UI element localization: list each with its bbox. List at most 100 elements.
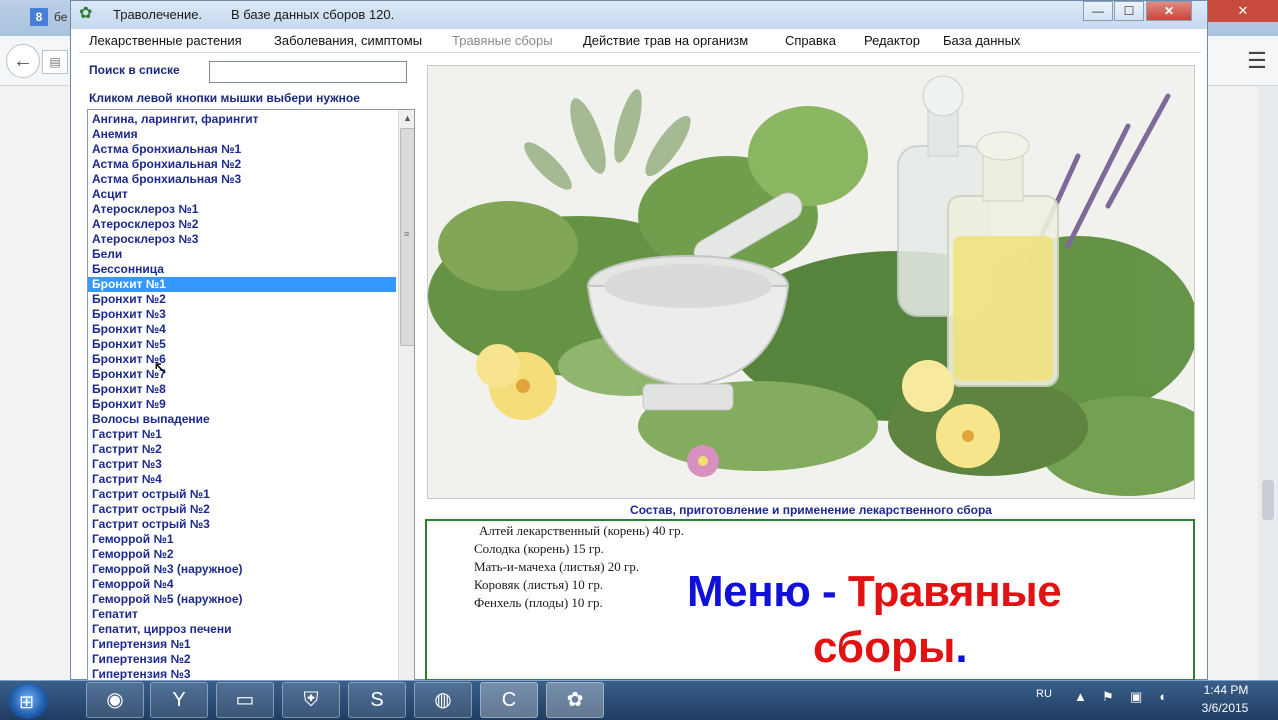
ingredient-line: Алтей лекарственный (корень) 40 гр. bbox=[479, 523, 684, 538]
menu-help[interactable]: Справка bbox=[785, 33, 836, 48]
list-item[interactable]: Геморрой №4 bbox=[88, 577, 396, 592]
list-item[interactable]: Гепатит bbox=[88, 607, 396, 622]
video-overlay-subtitle: сборы. bbox=[813, 623, 968, 673]
browser-scrollbar-thumb[interactable] bbox=[1262, 480, 1274, 520]
recipe-section-caption: Состав, приготовление и применение лекар… bbox=[630, 503, 992, 517]
browser-menu-icon[interactable]: ☰ bbox=[1242, 46, 1272, 76]
list-item[interactable]: Бронхит №4 bbox=[88, 322, 396, 337]
menu-diseases-symptoms[interactable]: Заболевания, симптомы bbox=[274, 33, 422, 48]
browser-forward-button[interactable]: ▤ bbox=[42, 50, 68, 74]
listbox-scrollbar[interactable]: ▲ ≡ bbox=[398, 110, 414, 680]
network-icon[interactable]: ▣ bbox=[1130, 689, 1142, 705]
list-item-selected[interactable]: Бронхит №1 bbox=[88, 277, 396, 292]
herb-leaf-icon: ✿ bbox=[79, 5, 93, 22]
mouse-cursor-icon: ↖ bbox=[153, 358, 169, 378]
list-item[interactable]: Атеросклероз №1 bbox=[88, 202, 396, 217]
language-indicator[interactable]: RU bbox=[1036, 688, 1052, 700]
browser-tab-title[interactable]: бе bbox=[54, 10, 67, 24]
herbal-app-window: ✿ Траволечение. В базе данных сборов 120… bbox=[70, 0, 1208, 681]
list-item[interactable]: Гепатит, цирроз печени bbox=[88, 622, 396, 637]
menu-bar: Лекарственные растения Заболевания, симп… bbox=[79, 31, 1201, 53]
ingredient-line: Коровяк (листья) 10 гр. bbox=[474, 577, 604, 592]
list-item[interactable]: Гипертензия №1 bbox=[88, 637, 396, 652]
browser-page-scrollbar[interactable] bbox=[1258, 86, 1278, 680]
menu-database[interactable]: База данных bbox=[943, 33, 1020, 48]
collection-listbox[interactable]: Ангина, ларингит, фарингит Анемия Астма бр… bbox=[87, 109, 415, 681]
overlay-herbal-text: Травяные bbox=[847, 567, 1062, 616]
google-tab-icon: 8 bbox=[30, 8, 48, 26]
app-title-bar[interactable]: ✿ Траволечение. В базе данных сборов 120… bbox=[71, 1, 1207, 29]
menu-medicinal-plants[interactable]: Лекарственные растения bbox=[89, 33, 242, 48]
folder-icon[interactable]: ▭ bbox=[216, 682, 274, 718]
list-item[interactable]: Гастрит №1 bbox=[88, 427, 396, 442]
list-item[interactable]: Бронхит №2 bbox=[88, 292, 396, 307]
list-item[interactable]: Гастрит №4 bbox=[88, 472, 396, 487]
list-item[interactable]: Гастрит острый №3 bbox=[88, 517, 396, 532]
list-item[interactable]: Бессонница bbox=[88, 262, 396, 277]
list-item[interactable]: Гипертензия №3 bbox=[88, 667, 396, 680]
list-item[interactable]: Геморрой №2 bbox=[88, 547, 396, 562]
world-of-tanks-icon[interactable]: ⛨ bbox=[282, 682, 340, 718]
list-item[interactable]: Бронхит №9 bbox=[88, 397, 396, 412]
camtasia-icon[interactable]: C bbox=[480, 682, 538, 718]
browser-back-button[interactable]: ← bbox=[6, 44, 40, 78]
listbox-items: Ангина, ларингит, фарингит Анемия Астма бр… bbox=[88, 112, 396, 680]
firefox-icon[interactable]: ◍ bbox=[414, 682, 472, 718]
list-item[interactable]: Гипертензия №2 bbox=[88, 652, 396, 667]
maximize-button[interactable]: ☐ bbox=[1114, 1, 1144, 21]
volume-icon[interactable]: ◖ bbox=[1158, 689, 1166, 704]
yandex-icon[interactable]: Y bbox=[150, 682, 208, 718]
list-item[interactable]: Гастрит острый №1 bbox=[88, 487, 396, 502]
list-item[interactable]: Бронхит №5 bbox=[88, 337, 396, 352]
list-item[interactable]: Гастрит острый №2 bbox=[88, 502, 396, 517]
herbs-photo bbox=[427, 65, 1195, 499]
list-item[interactable]: Геморрой №5 (наружное) bbox=[88, 592, 396, 607]
list-item[interactable]: Волосы выпадение bbox=[88, 412, 396, 427]
list-item[interactable]: Геморрой №3 (наружное) bbox=[88, 562, 396, 577]
ingredient-line: Мать-и-мачеха (листья) 20 гр. bbox=[474, 559, 640, 574]
database-count-text: В базе данных сборов 120. bbox=[231, 7, 395, 22]
overlay-period: . bbox=[955, 623, 968, 672]
overlay-menu-text: Меню - bbox=[687, 567, 848, 616]
list-item[interactable]: Атеросклероз №3 bbox=[88, 232, 396, 247]
list-item[interactable]: Бронхит №8 bbox=[88, 382, 396, 397]
list-item[interactable]: Бронхит №6 bbox=[88, 352, 396, 367]
list-item[interactable]: Астма бронхиальная №3 bbox=[88, 172, 396, 187]
list-item[interactable]: Гастрит №2 bbox=[88, 442, 396, 457]
action-center-flag-icon[interactable]: ⚑ bbox=[1102, 689, 1114, 705]
list-item[interactable]: Астма бронхиальная №2 bbox=[88, 157, 396, 172]
list-item[interactable]: Геморрой №1 bbox=[88, 532, 396, 547]
menu-herbal-collections[interactable]: Травяные сборы bbox=[452, 33, 553, 48]
list-item[interactable]: Атеросклероз №2 bbox=[88, 217, 396, 232]
list-item[interactable]: Асцит bbox=[88, 187, 396, 202]
scrollbar-thumb[interactable]: ≡ bbox=[400, 128, 414, 346]
list-hint-text: Кликом левой кнопки мышки выбери нужное bbox=[89, 91, 360, 105]
list-item[interactable]: Бели bbox=[88, 247, 396, 262]
list-item[interactable]: Анемия bbox=[88, 127, 396, 142]
ingredient-line: Фенхель (плоды) 10 гр. bbox=[474, 595, 603, 610]
list-item[interactable]: Гастрит №3 bbox=[88, 457, 396, 472]
show-hidden-icons-icon[interactable]: ▲ bbox=[1074, 689, 1087, 704]
clock-date[interactable]: 3/6/2015 bbox=[1192, 701, 1258, 715]
chrome-icon[interactable]: ◉ bbox=[86, 682, 144, 718]
search-label: Поиск в списке bbox=[89, 63, 180, 77]
menu-editor[interactable]: Редактор bbox=[864, 33, 920, 48]
minimize-button[interactable]: — bbox=[1083, 1, 1113, 21]
list-item[interactable]: Астма бронхиальная №1 bbox=[88, 142, 396, 157]
list-item[interactable]: Бронхит №3 bbox=[88, 307, 396, 322]
windows-logo-icon: ⊞ bbox=[19, 692, 35, 712]
herbal-app-icon[interactable]: ✿ bbox=[546, 682, 604, 718]
list-item[interactable]: Ангина, ларингит, фарингит bbox=[88, 112, 396, 127]
video-overlay-title: Меню - Травяные bbox=[687, 567, 1062, 617]
menu-herb-effects[interactable]: Действие трав на организм bbox=[583, 33, 748, 48]
list-item[interactable]: Бронхит №7 bbox=[88, 367, 396, 382]
browser-close-button[interactable]: ✕ bbox=[1208, 0, 1278, 22]
scroll-up-arrow-icon[interactable]: ▲ bbox=[399, 110, 414, 127]
close-button[interactable]: ✕ bbox=[1146, 1, 1192, 21]
clock-time[interactable]: 1:44 PM bbox=[1196, 683, 1256, 697]
scrollbar-grip-icon: ≡ bbox=[404, 229, 410, 239]
overlay-collections-text: сборы bbox=[813, 623, 956, 672]
skype-icon[interactable]: S bbox=[348, 682, 406, 718]
app-title: Траволечение. bbox=[113, 7, 203, 22]
search-input[interactable] bbox=[209, 61, 407, 83]
